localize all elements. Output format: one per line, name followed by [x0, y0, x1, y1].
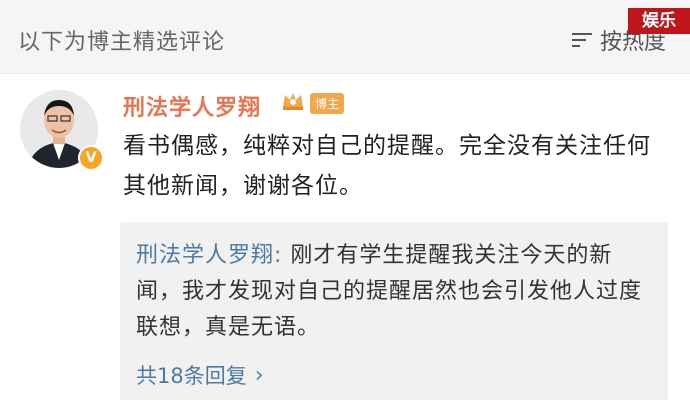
comment-author-name[interactable]: 刑法学人罗翔	[123, 90, 261, 122]
reply-count-label: 共18条回复	[136, 364, 247, 388]
blogger-badge: 博主	[310, 93, 345, 114]
verified-badge-icon: V	[78, 145, 104, 171]
comment-text: 看书偶感，纯粹对自己的提醒。完全没有关注任何其他新闻，谢谢各位。	[123, 133, 651, 199]
section-title: 以下为博主精选评论	[18, 30, 226, 55]
reply-text: 刑法学人罗翔: 刚才有学生提醒我关注今天的新闻，我才发现对自己的提醒居然也会引发…	[136, 238, 646, 346]
reply-author-name[interactable]: 刑法学人罗翔	[136, 243, 274, 268]
sort-icon	[571, 29, 594, 51]
comments-header: 以下为博主精选评论 按热度 娱乐	[0, 0, 690, 74]
vip-crown-icon	[283, 93, 303, 110]
avatar[interactable]: V	[20, 90, 104, 174]
watermark-logo: 娱乐	[628, 8, 690, 34]
chevron-right-icon: ›	[254, 362, 264, 388]
reply-box[interactable]: 刑法学人罗翔: 刚才有学生提醒我关注今天的新闻，我才发现对自己的提醒居然也会引发…	[120, 222, 668, 400]
view-replies-link[interactable]: 共18条回复 ›	[136, 360, 264, 390]
